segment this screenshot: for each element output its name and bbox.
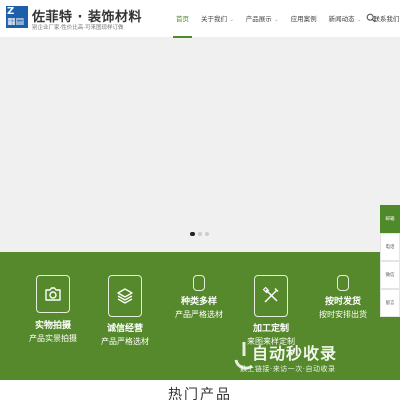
slider-dot[interactable] [198,232,202,236]
logo-letter: Z [7,6,17,17]
feature-title: 种类多样 [180,297,217,307]
logo[interactable]: Z ▦▤ [6,6,28,28]
chevron-down-icon: ⌄ [228,17,234,23]
chevron-down-icon: ⌄ [355,17,362,23]
watermark-text: 自动秒收录 [252,344,338,363]
nav-item-about[interactable]: 关于我们 ⌄ [195,0,240,38]
nav-item-news[interactable]: 新闻动态 ⌄ [323,0,368,38]
side-button-email[interactable]: 邮箱 [380,205,400,233]
side-button-message[interactable]: 留言 [380,289,400,317]
feature-title: 加工定制 [252,324,289,334]
feature-title: 实物拍摄 [34,321,71,331]
feature-subtitle: 产品严格选材 [101,337,149,346]
side-button-phone[interactable]: 电话 [380,233,400,261]
watermark-subtext: 数上链接·来访一次·自动收录 [240,365,336,373]
chevron-down-icon: ⌄ [272,17,279,23]
hero-banner[interactable] [0,38,400,252]
side-button-wechat[interactable]: 微信 [380,261,400,289]
camera-icon [36,275,70,313]
logo-mark: ▦▤ [7,17,25,27]
feature-title: 按时发货 [324,297,361,307]
phone-icon [337,275,349,291]
slider-dot[interactable] [205,232,209,236]
slider-dot[interactable] [190,232,195,236]
search-icon[interactable] [366,13,376,23]
feature-shipping[interactable]: 按时发货 按时安排出货 [318,275,368,320]
slider-dots [190,232,209,236]
feature-photo[interactable]: 实物拍摄 产品实景拍摄 [28,275,78,344]
feature-variety[interactable]: 种类多样 产品严格选材 [174,275,224,320]
feature-title: 诚信经营 [106,324,143,334]
feature-subtitle: 按时安排出货 [319,310,367,319]
section-title: 热门产品 [168,387,232,400]
feature-subtitle: 产品实景拍摄 [29,334,77,343]
feature-subtitle: 产品严格选材 [175,310,223,319]
layers-icon [108,275,142,317]
tools-icon [254,275,288,317]
nav-item-products[interactable]: 产品展示 ⌄ [240,0,285,38]
nav-item-home[interactable]: 首页 [170,0,195,38]
nav-item-cases[interactable]: 应用案例 [285,0,323,38]
feature-integrity[interactable]: 诚信经营 产品严格选材 [100,275,150,347]
phone-icon [193,275,205,291]
floating-contact-bar: 邮箱 电话 微信 留言 [380,205,400,317]
brand-tagline: 别企业厂家·性价比高·可来图现样订做 [32,25,124,31]
site-header: Z ▦▤ 佐菲特 · 装饰材料 别企业厂家·性价比高·可来图现样订做 首页 关于… [0,0,400,38]
